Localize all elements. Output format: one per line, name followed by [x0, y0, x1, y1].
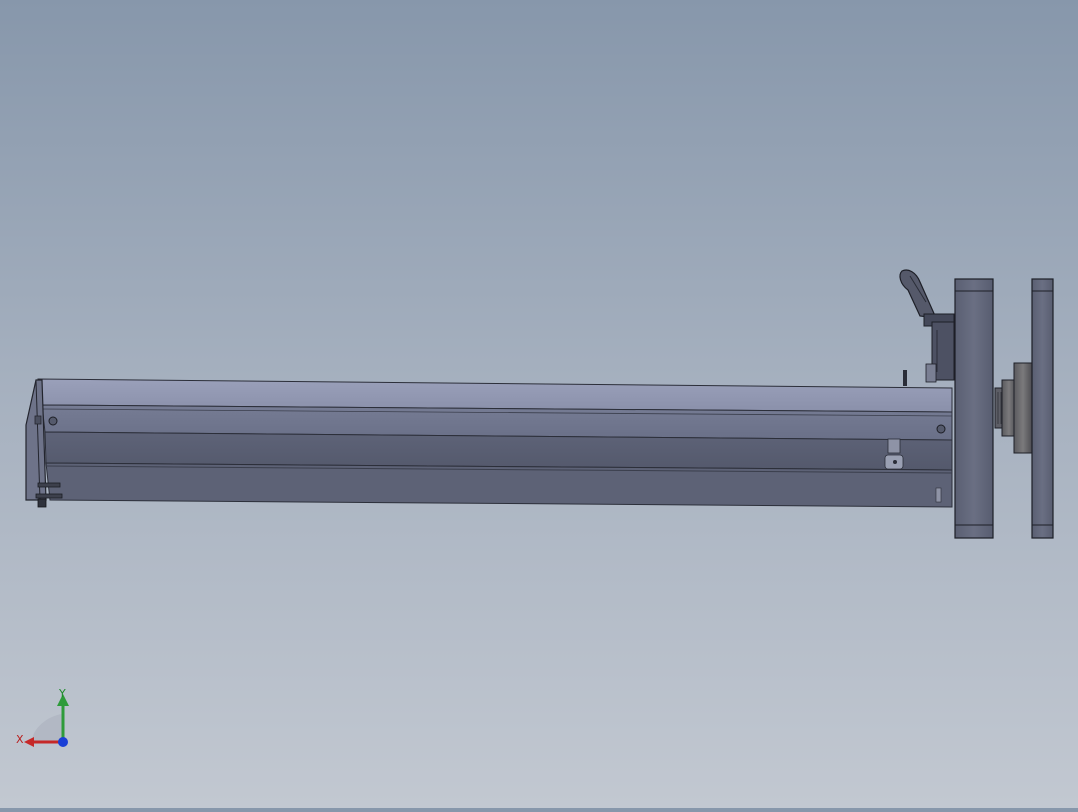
- left-screw: [48, 416, 58, 426]
- right-screw: [936, 424, 946, 434]
- y-axis-label: Y: [59, 687, 66, 700]
- reference-triad[interactable]: X Y: [12, 684, 82, 754]
- mounting-plate-right[interactable]: [1031, 278, 1054, 539]
- clamp-lever[interactable]: [899, 269, 955, 386]
- actuator-beam[interactable]: [37, 378, 953, 508]
- coupling-hub[interactable]: [994, 362, 1033, 454]
- graphics-viewport[interactable]: X Y: [0, 0, 1078, 808]
- mounting-plate-left[interactable]: [954, 278, 994, 539]
- model-view[interactable]: [0, 0, 1078, 808]
- x-axis-label: X: [16, 733, 24, 746]
